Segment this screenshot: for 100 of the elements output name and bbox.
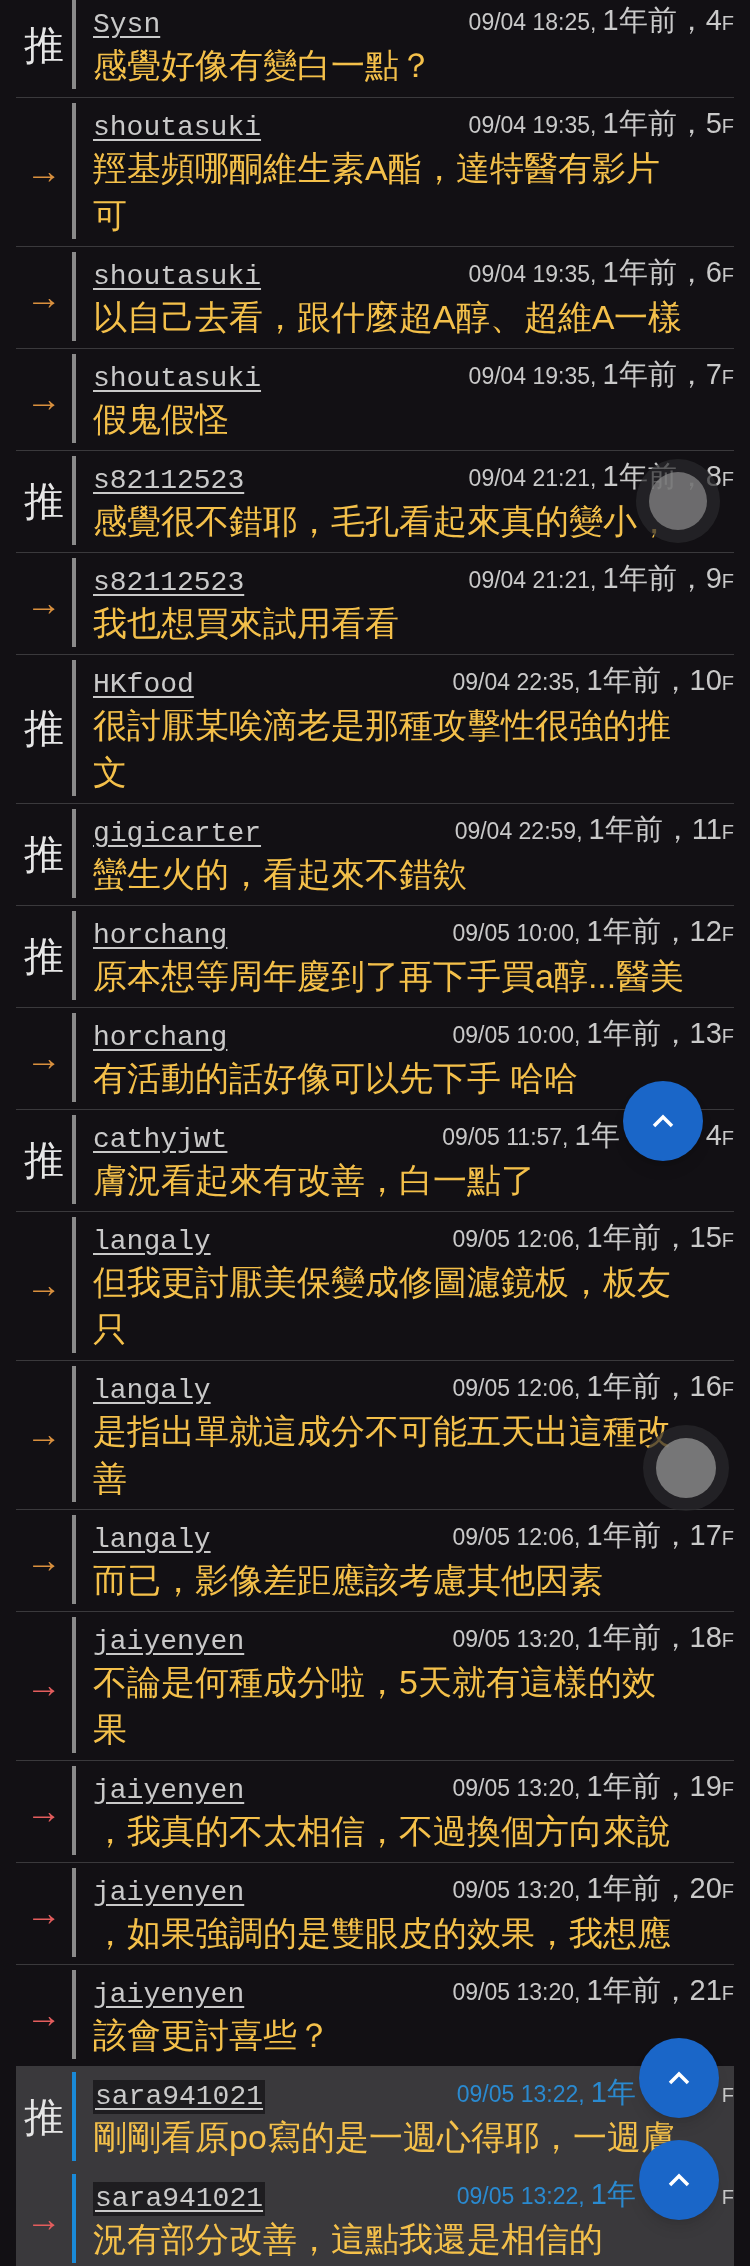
push-tag: 推: [24, 833, 64, 874]
floor-number: 8F: [705, 458, 734, 494]
floor-number: 10F: [689, 662, 734, 698]
arrow-tag: →: [26, 1541, 62, 1578]
floor-number: 5F: [705, 105, 734, 141]
floor-number: 17F: [689, 1517, 734, 1553]
relative-time: 1年前，: [588, 811, 692, 847]
floor-number: 6F: [705, 254, 734, 290]
username-link[interactable]: langaly: [93, 1225, 211, 1259]
username-link[interactable]: sara941021: [93, 2080, 266, 2114]
post-date: 09/04 19:35,: [468, 110, 597, 140]
username-link[interactable]: horchang: [93, 919, 228, 953]
relative-time: 1年前，: [586, 662, 690, 698]
relative-time: 1年前，: [586, 913, 690, 949]
relative-time: 1年前，: [586, 1368, 690, 1404]
push-tag: 推: [24, 708, 64, 748]
post-date: 09/04 22:59,: [454, 816, 583, 846]
comment-text: 而已，影像差距應該考慮其他因素: [93, 1560, 603, 1601]
push-tag: 推: [24, 1139, 64, 1180]
relative-time: 1年前，: [586, 1219, 690, 1255]
push-tag: 推: [24, 24, 64, 65]
comment-text: ，如果強調的是雙眼皮的效果，我想應: [93, 1913, 671, 1954]
post-date: 09/05 12:06,: [452, 1522, 581, 1552]
post-date: 09/05 10:00,: [452, 918, 581, 948]
arrow-tag: →: [26, 1894, 62, 1931]
floor-number: 18F: [689, 1619, 734, 1655]
floor-number: 13F: [689, 1015, 734, 1051]
username-link[interactable]: HKfood: [93, 668, 194, 702]
username-link[interactable]: gigicarter: [93, 817, 262, 851]
arrow-tag: →: [26, 584, 62, 621]
floor-number: 4F: [705, 2, 734, 38]
post-date: 09/05 10:00,: [452, 1020, 581, 1050]
relative-time: 1年前，: [602, 254, 706, 290]
post-date: 09/05 11:57,: [442, 1122, 569, 1152]
post-date: 09/05 12:06,: [452, 1373, 581, 1403]
chevron-up-icon: [651, 1113, 674, 1128]
post-date: 09/04 19:35,: [468, 259, 597, 289]
arrow-tag: →: [26, 153, 62, 189]
comment-text: 感覺好像有變白一點？: [93, 45, 433, 86]
post-date: 09/05 13:22,: [456, 2079, 585, 2109]
relative-time: 1年前，: [586, 1517, 690, 1553]
post-date: 09/05 13:20,: [452, 1773, 581, 1803]
username-link[interactable]: jaiyenyen: [93, 1978, 245, 2012]
arrow-tag: →: [26, 1996, 62, 2033]
arrow-tag: →: [26, 278, 62, 315]
username-link[interactable]: shoutasuki: [93, 362, 262, 396]
username-link[interactable]: horchang: [93, 1021, 228, 1055]
relative-time: 1年前，: [586, 1768, 690, 1804]
relative-time: 1年: [574, 1117, 620, 1153]
arrow-tag: →: [26, 1039, 62, 1076]
comment-text: 但我更討厭美保變成修圖濾鏡板，板友 只: [93, 1262, 671, 1350]
floor-number: 15F: [689, 1219, 734, 1255]
arrow-tag: →: [26, 1416, 62, 1452]
comment-text: ，我真的不太相信，不過換個方向來說: [93, 1811, 671, 1852]
username-link[interactable]: langaly: [93, 1523, 211, 1557]
relative-time: 1年前，: [602, 560, 706, 596]
comment-text: 不論是何種成分啦，5天就有這樣的效 果: [93, 1662, 656, 1750]
arrow-tag: →: [26, 1667, 62, 1703]
relative-time: 1年前，: [586, 1619, 690, 1655]
floor-number: 11F: [691, 811, 734, 847]
floor-number: 7F: [705, 356, 734, 392]
push-tag: 推: [24, 935, 64, 976]
comment-text: 我也想買來試用看看: [93, 603, 399, 644]
username-link[interactable]: s82112523: [93, 566, 245, 600]
comment-text: 原本想等周年慶到了再下手買a醇...醫美: [93, 956, 685, 997]
comment-text: 膚況看起來有改善，白一點了: [93, 1160, 535, 1201]
push-tag: 推: [24, 2096, 64, 2137]
arrow-tag: →: [26, 2200, 62, 2237]
comment-text: 是指出單就這成分不可能五天出這種改 善: [93, 1411, 671, 1499]
username-link[interactable]: shoutasuki: [93, 111, 262, 145]
floor-number: 9F: [705, 560, 734, 596]
username-link[interactable]: jaiyenyen: [93, 1625, 245, 1659]
username-link[interactable]: jaiyenyen: [93, 1774, 245, 1808]
relative-time: 1年: [590, 2074, 636, 2110]
username-link[interactable]: cathyjwt: [93, 1123, 228, 1157]
comment-text: 很討厭某唉滴老是那種攻擊性很強的推 文: [93, 705, 671, 793]
username-link[interactable]: s82112523: [93, 464, 245, 498]
post-date: 09/04 19:35,: [468, 361, 597, 391]
floor-number: 19F: [689, 1768, 734, 1804]
floor-number: 21F: [689, 1972, 734, 2008]
username-link[interactable]: langaly: [93, 1374, 211, 1408]
username-link[interactable]: jaiyenyen: [93, 1876, 245, 1910]
relative-time: 1年前，: [586, 1870, 690, 1906]
post-date: 09/04 22:35,: [452, 667, 581, 697]
username-link[interactable]: sara941021: [93, 2182, 266, 2216]
post-date: 09/05 13:20,: [452, 1624, 581, 1654]
arrow-tag: →: [26, 1792, 62, 1829]
floor-number: F: [721, 2184, 734, 2210]
floor-number: 16F: [689, 1368, 734, 1404]
comment-text: 況有部分改善，這點我還是相信的: [93, 2219, 603, 2260]
comment-text: 該會更討喜些？: [93, 2015, 331, 2056]
relative-time: 1年前，: [602, 105, 706, 141]
floor-number: 4F: [705, 1117, 734, 1153]
floor-number: F: [721, 2082, 734, 2108]
post-date: 09/05 13:22,: [456, 2181, 585, 2211]
relative-time: 1年前，: [602, 458, 706, 494]
chevron-up-icon: [667, 2172, 690, 2187]
relative-time: 1年前，: [586, 1972, 690, 2008]
username-link[interactable]: Sysn: [93, 8, 161, 42]
username-link[interactable]: shoutasuki: [93, 260, 262, 294]
